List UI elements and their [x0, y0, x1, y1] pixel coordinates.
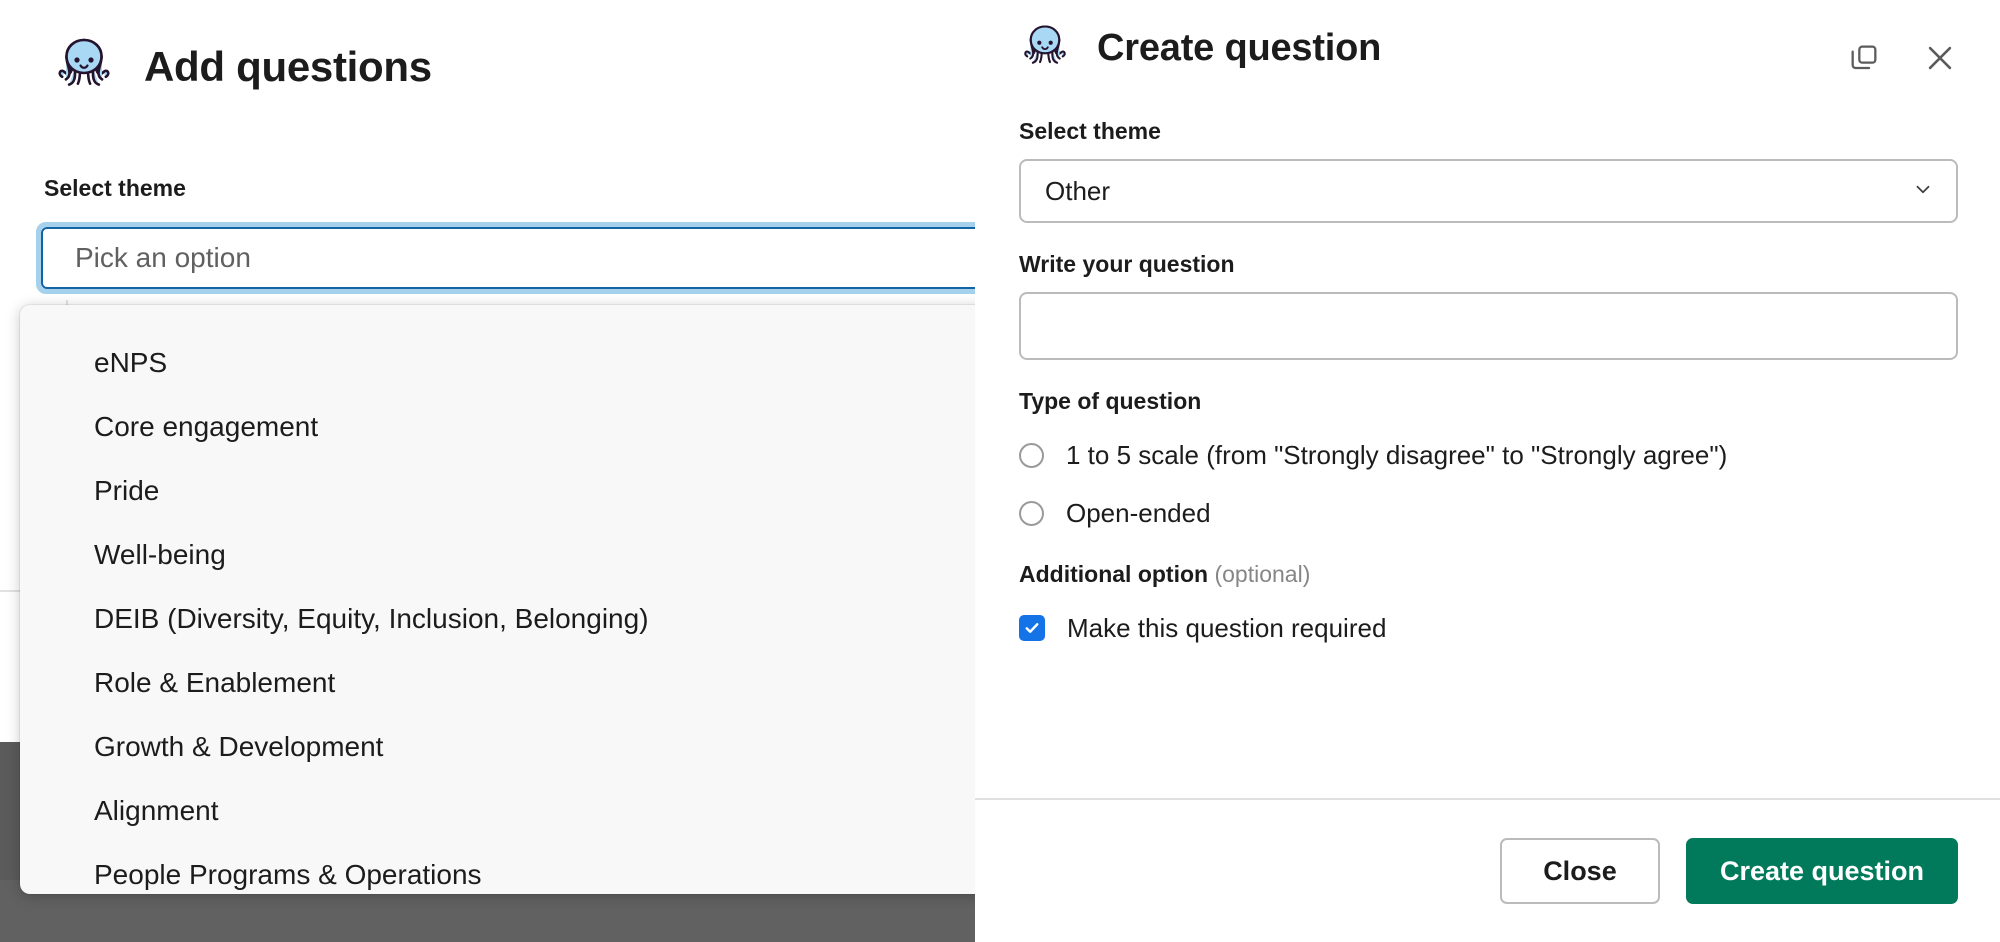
- spacer: [1019, 539, 1958, 561]
- theme-dropdown-option[interactable]: Alignment: [20, 779, 975, 843]
- add-questions-header: Add questions: [52, 32, 432, 101]
- create-question-modal: Create question Select theme Other: [975, 0, 2000, 942]
- create-question-form: Select theme Other Write your question T…: [975, 118, 2000, 798]
- theme-dropdown-option[interactable]: Role & Enablement: [20, 651, 975, 715]
- modal-title: Create question: [1097, 27, 1381, 70]
- theme-dropdown-option[interactable]: Well-being: [20, 523, 975, 587]
- radio-icon: [1019, 501, 1044, 526]
- add-questions-panel: Add questions Select theme Pick an optio…: [0, 0, 975, 942]
- question-type-option-label: 1 to 5 scale (from "Strongly disagree" t…: [1066, 440, 1727, 471]
- additional-option-hint: (optional): [1214, 561, 1310, 587]
- page-title: Add questions: [144, 43, 432, 91]
- theme-dropdown-option[interactable]: Core engagement: [20, 395, 975, 459]
- make-required-label: Make this question required: [1067, 613, 1386, 644]
- additional-option-title: Additional option: [1019, 561, 1208, 587]
- additional-option-label: Additional option (optional): [1019, 561, 1958, 588]
- modal-footer: Close Create question: [975, 798, 2000, 942]
- create-question-header: Create question: [1019, 20, 1381, 77]
- radio-icon: [1019, 443, 1044, 468]
- theme-dropdown-option[interactable]: Pride: [20, 459, 975, 523]
- question-field-label: Write your question: [1019, 251, 1958, 278]
- create-question-button[interactable]: Create question: [1686, 838, 1958, 904]
- theme-dropdown-option[interactable]: Growth & Development: [20, 715, 975, 779]
- make-required-checkbox-row[interactable]: Make this question required: [1019, 602, 1958, 654]
- chevron-down-icon: [1912, 176, 1934, 207]
- question-input[interactable]: [1019, 292, 1958, 360]
- theme-field-label: Select theme: [1019, 118, 1958, 145]
- question-type-label: Type of question: [1019, 388, 1958, 415]
- close-button[interactable]: Close: [1500, 838, 1660, 904]
- theme-dropdown-menu[interactable]: eNPSCore engagementPrideWell-beingDEIB (…: [20, 305, 975, 894]
- duplicate-icon[interactable]: [1844, 38, 1884, 78]
- modal-header-actions: [1844, 38, 1960, 78]
- theme-dropdown-option[interactable]: DEIB (Diversity, Equity, Inclusion, Belo…: [20, 587, 975, 651]
- question-type-option-label: Open-ended: [1066, 498, 1211, 529]
- close-icon[interactable]: [1920, 38, 1960, 78]
- theme-combobox[interactable]: Pick an option: [36, 222, 975, 294]
- octopus-icon: [52, 32, 116, 101]
- screenshot-root: Add questions Select theme Pick an optio…: [0, 0, 2000, 942]
- question-type-option-scale[interactable]: 1 to 5 scale (from "Strongly disagree" t…: [1019, 429, 1958, 481]
- theme-dropdown-option[interactable]: People Programs & Operations: [20, 843, 975, 894]
- theme-combobox-placeholder: Pick an option: [75, 242, 251, 274]
- question-type-option-open-ended[interactable]: Open-ended: [1019, 487, 1958, 539]
- select-theme-label: Select theme: [44, 175, 186, 202]
- theme-dropdown-option[interactable]: eNPS: [20, 331, 975, 395]
- theme-select[interactable]: Other: [1019, 159, 1958, 223]
- theme-select-value: Other: [1045, 176, 1110, 207]
- theme-combobox-control[interactable]: Pick an option: [41, 227, 975, 289]
- checkbox-checked-icon[interactable]: [1019, 615, 1045, 641]
- octopus-icon: [1019, 20, 1071, 77]
